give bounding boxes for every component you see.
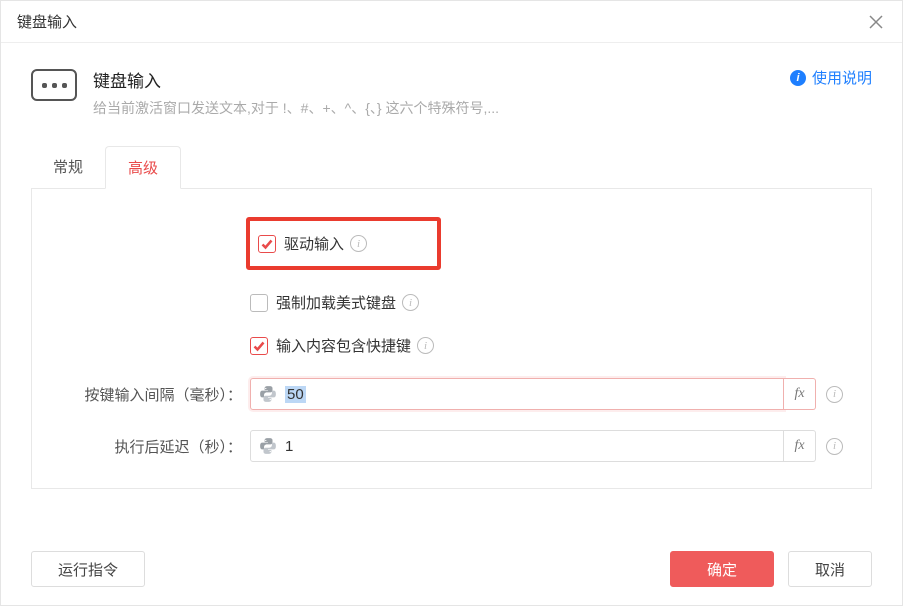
row-content-shortcut: . 输入内容包含快捷键 i — [60, 335, 843, 356]
help-link-label: 使用说明 — [812, 67, 872, 88]
window-title: 键盘输入 — [17, 11, 77, 32]
cancel-button[interactable]: 取消 — [788, 551, 872, 587]
key-interval-value: 50 — [285, 386, 306, 403]
content-shortcut-checkbox[interactable] — [250, 337, 268, 355]
help-link[interactable]: i 使用说明 — [790, 67, 872, 88]
keyboard-icon — [31, 69, 77, 101]
post-delay-fx-button[interactable]: fx — [784, 430, 816, 462]
force-us-kb-info-icon[interactable]: i — [402, 294, 419, 311]
header: 键盘输入 给当前激活窗口发送文本,对于 !、#、+、^、{、} 这六个特殊符号,… — [1, 43, 902, 118]
python-icon — [259, 385, 277, 403]
close-icon — [869, 15, 883, 29]
highlight-frame: 驱动输入 i — [246, 217, 441, 270]
row-driver-input: . 驱动输入 i — [60, 217, 843, 270]
driver-input-info-icon[interactable]: i — [350, 235, 367, 252]
key-interval-label: 按键输入间隔（毫秒）： — [60, 384, 250, 405]
check-icon — [261, 238, 273, 250]
key-interval-input-wrap: 50 fx — [250, 378, 816, 410]
header-description: 给当前激活窗口发送文本,对于 !、#、+、^、{、} 这六个特殊符号,... — [93, 98, 499, 118]
force-us-kb-label: 强制加载美式键盘 — [276, 292, 396, 313]
run-command-button[interactable]: 运行指令 — [31, 551, 145, 587]
key-interval-info-icon[interactable]: i — [826, 386, 843, 403]
tab-general[interactable]: 常规 — [31, 146, 105, 188]
header-text: 键盘输入 给当前激活窗口发送文本,对于 !、#、+、^、{、} 这六个特殊符号,… — [93, 67, 499, 118]
tabs: 常规 高级 — [31, 146, 872, 189]
check-icon — [253, 340, 265, 352]
key-interval-input[interactable]: 50 — [250, 378, 784, 410]
info-icon: i — [790, 70, 806, 86]
row-post-delay: 执行后延迟（秒）： 1 fx i — [60, 430, 843, 462]
footer: 运行指令 确定 取消 — [1, 533, 902, 605]
driver-input-label: 驱动输入 — [284, 233, 344, 254]
ok-button[interactable]: 确定 — [670, 551, 774, 587]
post-delay-input-wrap: 1 fx — [250, 430, 816, 462]
row-force-us-kb: . 强制加载美式键盘 i — [60, 292, 843, 313]
force-us-kb-checkbox[interactable] — [250, 294, 268, 312]
header-title: 键盘输入 — [93, 67, 499, 92]
post-delay-info-icon[interactable]: i — [826, 438, 843, 455]
python-icon — [259, 437, 277, 455]
row-key-interval: 按键输入间隔（毫秒）： 50 fx i — [60, 378, 843, 410]
tab-content: . 驱动输入 i . 强制加载美式键盘 i . — [31, 189, 872, 489]
title-bar: 键盘输入 — [1, 1, 902, 43]
close-button[interactable] — [866, 12, 886, 32]
post-delay-input[interactable]: 1 — [250, 430, 784, 462]
content-shortcut-info-icon[interactable]: i — [417, 337, 434, 354]
driver-input-checkbox[interactable] — [258, 235, 276, 253]
post-delay-label: 执行后延迟（秒）： — [60, 436, 250, 457]
tab-advanced[interactable]: 高级 — [105, 146, 181, 189]
content-shortcut-label: 输入内容包含快捷键 — [276, 335, 411, 356]
post-delay-value: 1 — [285, 438, 293, 455]
key-interval-fx-button[interactable]: fx — [784, 378, 816, 410]
